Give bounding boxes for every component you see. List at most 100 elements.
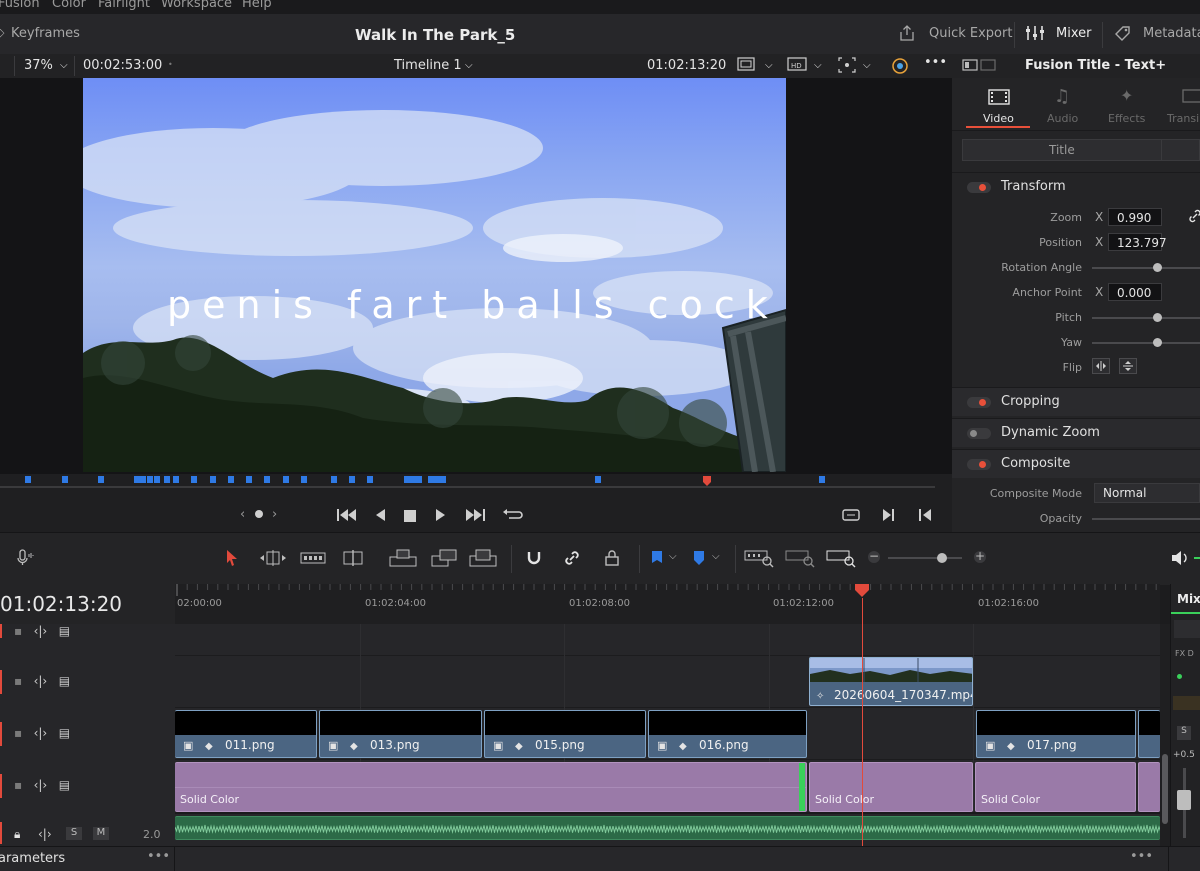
- marker-icon[interactable]: [692, 550, 706, 570]
- composite-toggle[interactable]: [967, 459, 991, 470]
- lock-icon[interactable]: ▪: [14, 778, 22, 792]
- selection-arrow-icon[interactable]: [225, 549, 239, 571]
- film-icon[interactable]: ▤: [59, 624, 70, 638]
- video-clip[interactable]: ▣ ◆ 011.png: [175, 710, 317, 758]
- mixer-button[interactable]: Mixer: [1056, 26, 1091, 41]
- flip-vertical-icon[interactable]: [1119, 358, 1137, 377]
- mixer-fader-knob[interactable]: [1177, 790, 1191, 810]
- quick-export-button[interactable]: Quick Export: [929, 26, 1012, 41]
- stop-icon[interactable]: [403, 508, 417, 527]
- flag-chevron-down-icon[interactable]: ⌵: [669, 551, 677, 562]
- flip-horizontal-icon[interactable]: [1092, 358, 1110, 377]
- yaw-knob[interactable]: [1153, 338, 1162, 347]
- mixer-channel-select[interactable]: [1174, 620, 1200, 638]
- metadata-button[interactable]: Metadata: [1143, 26, 1200, 41]
- lock-icon[interactable]: ▪: [14, 726, 22, 740]
- auto-select-icon[interactable]: ‹|›: [34, 778, 48, 792]
- tab-effects[interactable]: ✦ Effects: [1098, 78, 1154, 130]
- track-v4-controls[interactable]: ▪ ‹|› ▤: [14, 624, 70, 638]
- zoom-chevron-down-icon[interactable]: ⌵: [60, 60, 68, 71]
- link-icon[interactable]: [1188, 209, 1200, 226]
- timeline-zoom-slider[interactable]: [888, 557, 962, 559]
- zoom-x-field[interactable]: 0.990: [1108, 208, 1162, 226]
- more-options-icon[interactable]: •••: [924, 55, 947, 70]
- viewer-size-icon[interactable]: [737, 57, 755, 75]
- video-clip[interactable]: ▣ ◆ 017.png: [976, 710, 1136, 758]
- timeline-ruler[interactable]: 02:00:00 01:02:04:00 01:02:08:00 01:02:1…: [175, 584, 1160, 624]
- position-lock-icon[interactable]: [603, 549, 621, 571]
- timeline-tracks[interactable]: ✧ 20260604_170347.mp4 ▣ ◆ 011.png ▣ ◆ 01…: [175, 624, 1160, 846]
- dynamic-trim-icon[interactable]: [300, 550, 326, 570]
- voiceover-mic-icon[interactable]: [15, 549, 35, 571]
- overlay-icon[interactable]: [838, 57, 856, 77]
- solid-color-clip[interactable]: [1138, 762, 1160, 812]
- dynamic-zoom-section-header[interactable]: Dynamic Zoom: [952, 418, 1200, 447]
- zoom-select[interactable]: 37%: [24, 58, 53, 73]
- auto-select-icon[interactable]: ‹|›: [34, 624, 48, 638]
- pitch-slider[interactable]: [1092, 317, 1200, 319]
- title-subtab[interactable]: Title: [962, 139, 1200, 161]
- transform-toggle[interactable]: [967, 182, 991, 193]
- mixer-icon[interactable]: [1024, 24, 1046, 46]
- film-icon[interactable]: ▤: [59, 778, 70, 792]
- hd-monitor-icon[interactable]: HD: [787, 57, 807, 77]
- hd-chevron-down-icon[interactable]: ⌵: [814, 60, 822, 71]
- mixer-solo-button[interactable]: S: [1177, 726, 1191, 740]
- timeline-select[interactable]: Timeline 1: [394, 58, 462, 73]
- audio-lock-icon[interactable]: 🔒︎: [14, 827, 20, 842]
- anchor-point-x-field[interactable]: 0.000: [1108, 283, 1162, 301]
- jog-dot-icon[interactable]: [255, 510, 263, 518]
- quick-export-icon[interactable]: [898, 24, 916, 46]
- timeline-timecode[interactable]: 01:02:13:20: [0, 592, 122, 616]
- solid-color-clip[interactable]: Solid Color: [809, 762, 973, 812]
- tab-video[interactable]: Video: [966, 78, 1030, 130]
- zoom-out-icon[interactable]: −: [868, 550, 880, 563]
- film-icon[interactable]: ▤: [59, 726, 70, 740]
- detail-zoom-icon[interactable]: [785, 548, 815, 572]
- cropping-toggle[interactable]: [967, 397, 991, 408]
- keyframes-icon[interactable]: ◇: [0, 26, 4, 39]
- full-extent-zoom-icon[interactable]: [744, 548, 774, 572]
- solid-color-clip[interactable]: Solid Color: [175, 762, 807, 812]
- play-reverse-icon[interactable]: [373, 507, 387, 527]
- blade-edit-icon[interactable]: [340, 549, 366, 571]
- film-icon[interactable]: ▤: [59, 674, 70, 688]
- track-v2-controls[interactable]: ▪ ‹|› ▤: [14, 726, 70, 740]
- playhead-handle[interactable]: [855, 584, 869, 598]
- pitch-knob[interactable]: [1153, 313, 1162, 322]
- more-options-icon[interactable]: •••: [147, 849, 170, 864]
- track-v1-controls[interactable]: ▪ ‹|› ▤: [14, 778, 70, 792]
- audio-auto-select-icon[interactable]: ‹|›: [38, 827, 52, 841]
- menu-workspace[interactable]: Workspace: [161, 0, 232, 11]
- insert-clip-icon[interactable]: [388, 548, 418, 572]
- timeline-vertical-scrollbar[interactable]: [1160, 624, 1170, 846]
- opacity-slider[interactable]: [1092, 518, 1200, 520]
- color-picker-icon[interactable]: [891, 57, 909, 79]
- video-clip[interactable]: ▣ ◆ 016.png: [648, 710, 807, 758]
- next-edit-icon[interactable]: [881, 507, 897, 527]
- keyframes-button[interactable]: Keyframes: [11, 26, 80, 41]
- volume-speaker-icon[interactable]: [1170, 549, 1192, 571]
- composite-mode-select[interactable]: Normal: [1094, 483, 1200, 503]
- go-to-start-icon[interactable]: [336, 507, 358, 527]
- snapping-magnet-icon[interactable]: [525, 549, 543, 571]
- replace-clip-icon[interactable]: [468, 548, 498, 572]
- previous-edit-icon[interactable]: [917, 507, 933, 527]
- timeline-chevron-down-icon[interactable]: ⌵: [465, 60, 473, 71]
- mute-button[interactable]: M: [93, 827, 109, 840]
- play-icon[interactable]: [434, 507, 448, 527]
- auto-select-icon[interactable]: ‹|›: [34, 674, 48, 688]
- rotation-angle-slider[interactable]: [1092, 267, 1200, 269]
- track-v3-controls[interactable]: ▪ ‹|› ▤: [14, 674, 70, 688]
- go-to-end-icon[interactable]: [464, 507, 486, 527]
- solo-button[interactable]: S: [66, 827, 82, 840]
- size-chevron-down-icon[interactable]: ⌵: [765, 60, 773, 71]
- menu-help[interactable]: Help: [242, 0, 272, 11]
- more-options-icon[interactable]: •••: [1130, 849, 1153, 864]
- match-frame-icon[interactable]: [841, 507, 861, 527]
- tab-transition[interactable]: Transi: [1162, 78, 1200, 130]
- overwrite-clip-icon[interactable]: [430, 548, 458, 572]
- scrollbar-thumb[interactable]: [1162, 754, 1168, 824]
- flag-icon[interactable]: [650, 550, 664, 570]
- timeline-zoom-knob[interactable]: [937, 553, 947, 563]
